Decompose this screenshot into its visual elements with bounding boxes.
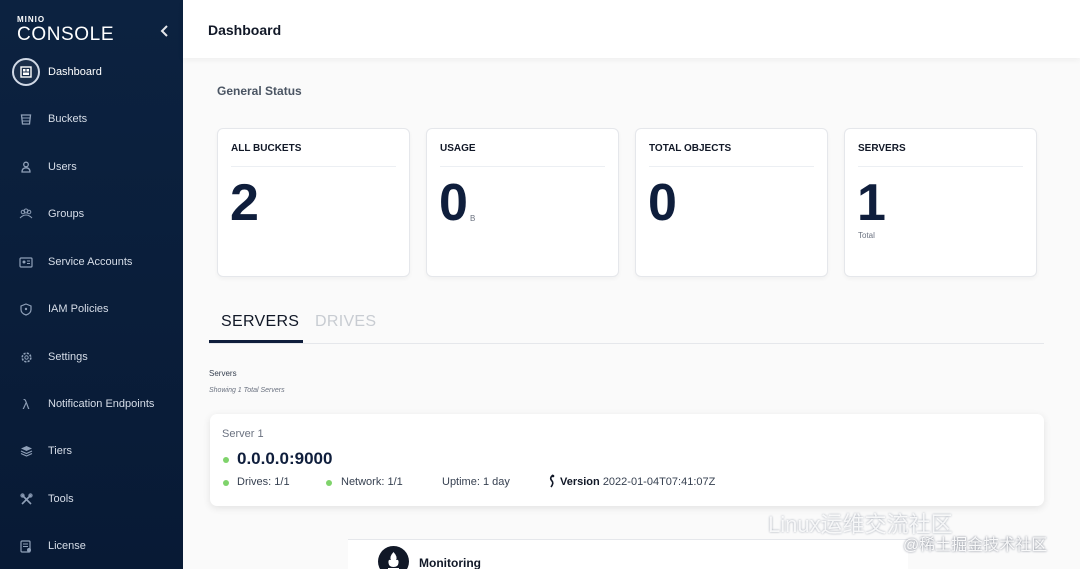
server-drive-tabs: SERVERS DRIVES (209, 306, 1044, 344)
logo-line2: CONSOLE (17, 24, 115, 45)
sidebar-item-dashboard[interactable]: Dashboard (12, 57, 180, 87)
sidebar-item-notification-endpoints[interactable]: λ Notification Endpoints (12, 389, 180, 419)
user-icon (12, 153, 40, 181)
minio-console-logo[interactable]: MINIO CONSOLE (17, 16, 137, 45)
server-name: Server 1 (222, 428, 264, 440)
gear-icon (12, 343, 40, 371)
card-unit: B (470, 214, 476, 223)
card-subtitle: Total (858, 231, 875, 240)
server-status-dot (223, 457, 229, 463)
card-divider (858, 166, 1023, 167)
all-buckets-card: ALL BUCKETS 2 (217, 128, 410, 277)
sidebar-item-label: Notification Endpoints (48, 398, 155, 410)
server-network: Network: 1/1 (341, 476, 403, 488)
sidebar-item-license[interactable]: License (12, 531, 180, 561)
servers-label: Servers (209, 369, 237, 378)
version-icon (547, 474, 556, 491)
sidebar-item-groups[interactable]: Groups (12, 199, 180, 229)
tools-icon (12, 485, 40, 513)
shield-icon (12, 295, 40, 323)
card-value: 0 (439, 174, 468, 232)
dashboard-icon (12, 58, 40, 86)
card-title: SERVERS (858, 143, 906, 154)
sidebar-item-tools[interactable]: Tools (12, 484, 180, 514)
sidebar-item-label: IAM Policies (48, 303, 109, 315)
server-address: 0.0.0.0:9000 (237, 449, 333, 468)
sidebar-item-label: Tiers (48, 445, 73, 457)
card-value: 2 (230, 174, 259, 232)
usage-card: USAGE 0 B (426, 128, 619, 277)
sidebar-item-label: Users (48, 161, 77, 173)
main-content: General Status ALL BUCKETS 2 USAGE 0 B T… (183, 58, 1080, 569)
tiers-icon (12, 437, 40, 465)
sidebar-item-label: Buckets (48, 113, 88, 125)
sidebar-item-tiers[interactable]: Tiers (12, 436, 180, 466)
prometheus-icon (378, 546, 409, 569)
drives-status-dot (223, 480, 229, 486)
sidebar-item-label: Groups (48, 208, 85, 220)
monitoring-label: Monitoring (419, 556, 481, 569)
sidebar-item-label: Service Accounts (48, 256, 133, 268)
tab-drives[interactable]: DRIVES (315, 313, 376, 331)
sidebar-item-label: Dashboard (48, 66, 102, 78)
version-value: 2022-01-04T07:41:07Z (602, 476, 716, 488)
monitoring-panel: Monitoring (348, 539, 908, 569)
card-divider (231, 166, 396, 167)
page-title: Dashboard (208, 22, 282, 38)
server-card[interactable]: Server 1 0.0.0.0:9000 Drives: 1/1 Networ… (210, 414, 1044, 506)
sidebar-item-label: Tools (48, 493, 74, 505)
sidebar-item-label: License (48, 540, 86, 552)
sidebar-item-service-accounts[interactable]: Service Accounts (12, 247, 180, 277)
card-value: 0 (648, 174, 677, 232)
collapse-sidebar-button[interactable] (157, 22, 173, 40)
bucket-icon (12, 105, 40, 133)
service-accounts-icon (12, 248, 40, 276)
chevron-left-icon (160, 25, 168, 37)
total-objects-card: TOTAL OBJECTS 0 (635, 128, 828, 277)
tab-servers[interactable]: SERVERS (221, 313, 299, 331)
general-status-title: General Status (217, 84, 302, 98)
card-value: 1 (857, 174, 886, 232)
network-status-dot (326, 480, 332, 486)
logo-line1: MINIO (17, 15, 46, 24)
groups-icon (12, 200, 40, 228)
sidebar: MINIO CONSOLE Dashboard Buckets Users Gr… (0, 0, 183, 569)
servers-count-text: Showing 1 Total Servers (209, 387, 285, 394)
license-icon (12, 532, 40, 560)
card-title: USAGE (440, 143, 476, 154)
card-divider (649, 166, 814, 167)
server-version: Version 2022-01-04T07:41:07Z (560, 476, 715, 488)
version-label: Version (560, 476, 600, 488)
card-title: ALL BUCKETS (231, 143, 302, 154)
lambda-icon: λ (22, 396, 30, 412)
server-drives: Drives: 1/1 (237, 476, 290, 488)
card-divider (440, 166, 605, 167)
card-title: TOTAL OBJECTS (649, 143, 732, 154)
server-uptime: Uptime: 1 day (442, 476, 510, 488)
sidebar-item-buckets[interactable]: Buckets (12, 104, 180, 134)
sidebar-item-users[interactable]: Users (12, 152, 180, 182)
page-header: Dashboard (183, 0, 1080, 58)
watermark-line2: @稀土掘金技术社区 (903, 537, 1048, 554)
servers-card: SERVERS 1 Total (844, 128, 1037, 277)
active-tab-indicator (209, 340, 303, 343)
sidebar-item-settings[interactable]: Settings (12, 342, 180, 372)
sidebar-item-iam-policies[interactable]: IAM Policies (12, 294, 180, 324)
sidebar-item-label: Settings (48, 351, 88, 363)
